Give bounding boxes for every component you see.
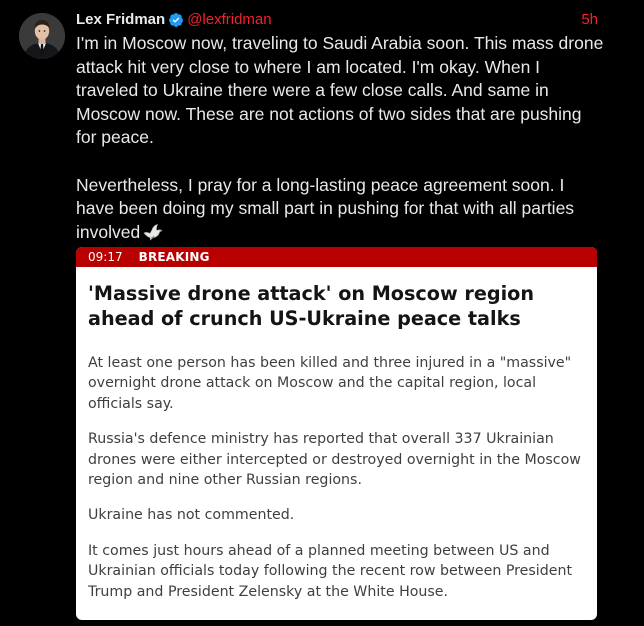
breaking-time: 09:17 — [88, 250, 123, 264]
card-paragraph: Russia's defence ministry has reported t… — [88, 431, 581, 489]
breaking-label: BREAKING — [138, 250, 210, 264]
avatar[interactable] — [19, 13, 65, 59]
display-name[interactable]: Lex Fridman — [76, 11, 165, 29]
card-headline: 'Massive drone attack' on Moscow region … — [88, 282, 535, 330]
handle-link[interactable]: @lexfridman — [187, 11, 271, 29]
card-paragraph: At least one person has been killed and … — [88, 355, 572, 412]
card-paragraph: It comes just hours ahead of a planned m… — [88, 542, 573, 600]
tweet-paragraph-1: I'm in Moscow now, traveling to Saudi Ar… — [76, 33, 604, 148]
timestamp-link[interactable]: 5h — [581, 11, 598, 29]
verified-badge-icon — [168, 12, 184, 28]
card-paragraph: Ukraine has not commented. — [88, 507, 295, 524]
tweet-header: Lex Fridman @lexfridman — [76, 11, 272, 29]
tweet-text: I'm in Moscow now, traveling to Saudi Ar… — [76, 32, 606, 247]
tweet-paragraph-2: Nevertheless, I pray for a long-lasting … — [76, 174, 606, 248]
breaking-bar: 09:17 BREAKING — [76, 247, 597, 267]
tweet[interactable]: Lex Fridman @lexfridman 5h I'm in Moscow… — [0, 0, 644, 626]
profile-photo-icon — [19, 13, 65, 59]
dove-emoji-icon — [143, 223, 163, 248]
news-card[interactable]: 09:17 BREAKING 'Massive drone attack' on… — [76, 247, 597, 620]
